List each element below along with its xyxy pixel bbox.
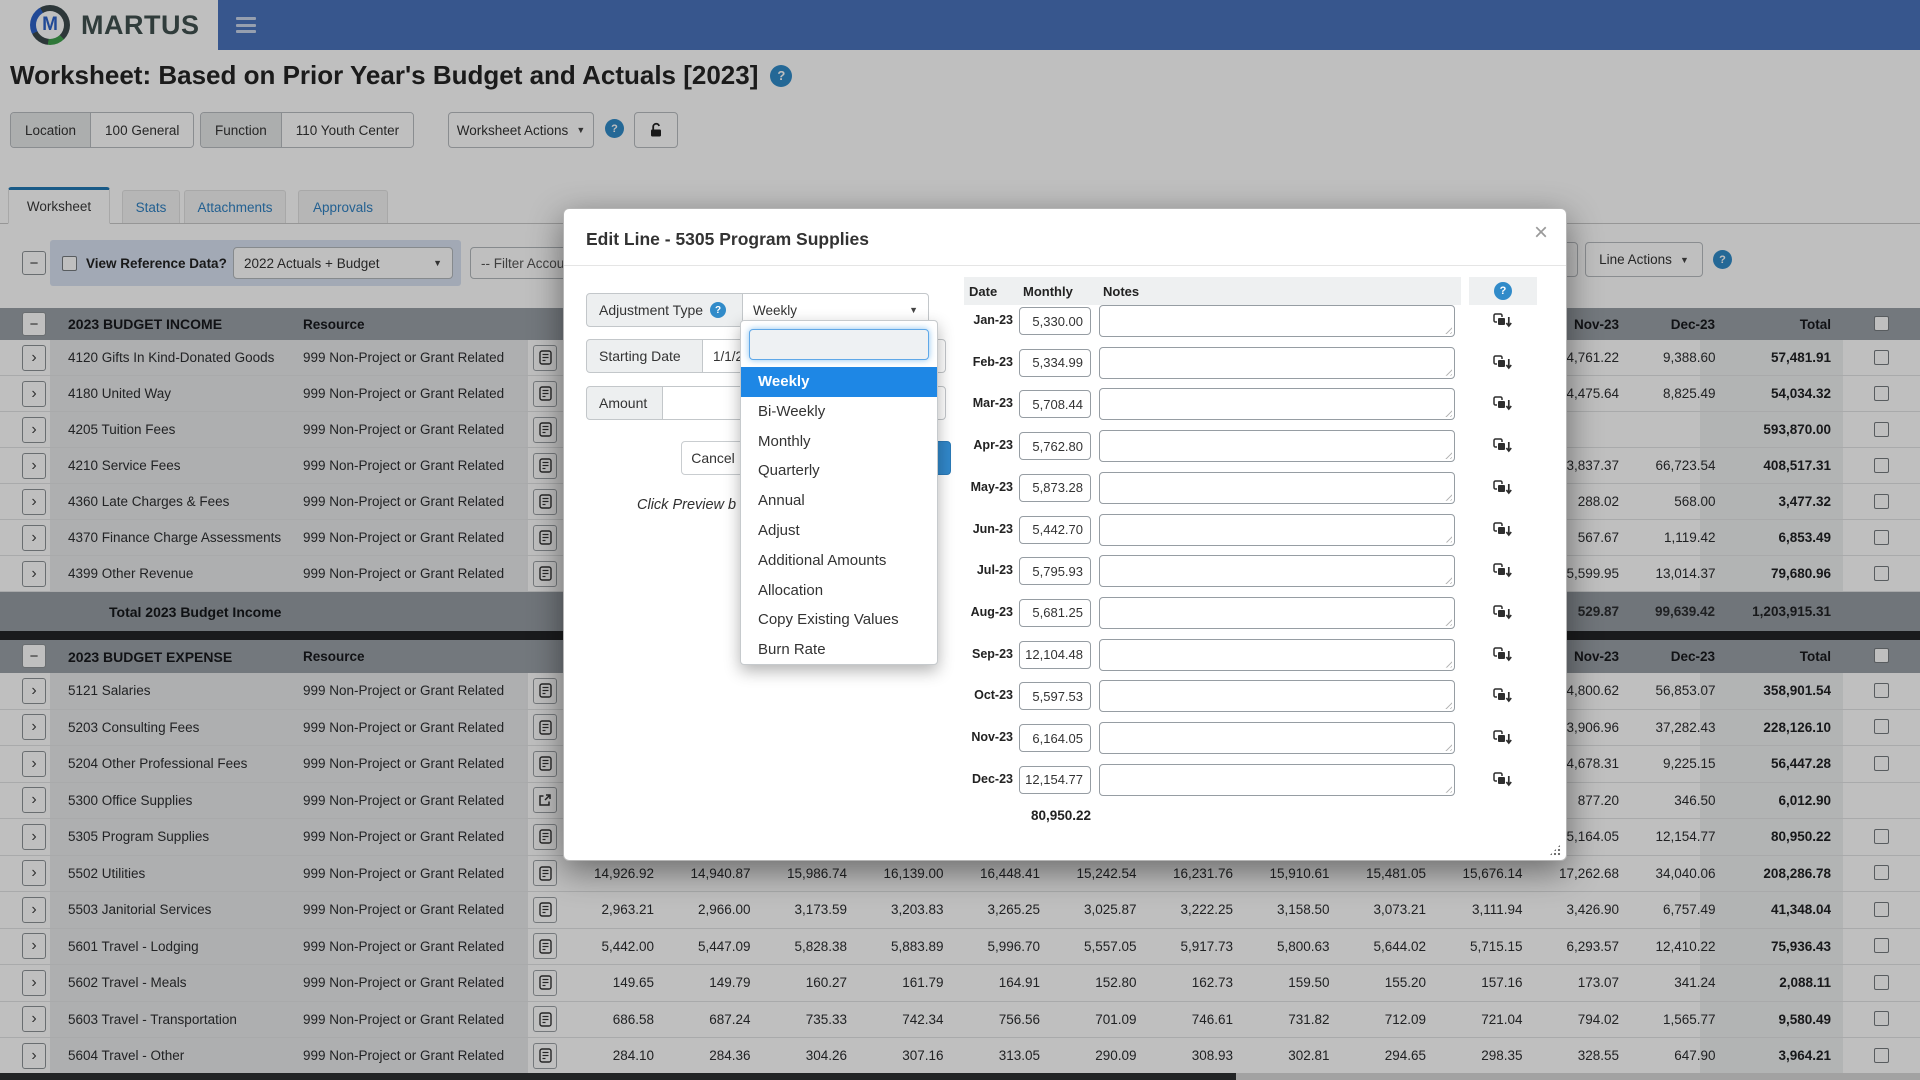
dropdown-option[interactable]: Additional Amounts bbox=[741, 546, 937, 576]
grid-note-textarea[interactable] bbox=[1099, 388, 1455, 420]
copy-down-icon[interactable] bbox=[1493, 480, 1513, 497]
dropdown-option[interactable]: Monthly bbox=[741, 427, 937, 457]
grid-note-textarea[interactable] bbox=[1099, 680, 1455, 712]
dropdown-option[interactable]: Quarterly bbox=[741, 456, 937, 486]
grid-note-textarea[interactable] bbox=[1099, 639, 1455, 671]
adjustment-type-label-text: Adjustment Type bbox=[599, 302, 703, 318]
grid-monthly-input[interactable]: 5,597.53 bbox=[1019, 682, 1091, 710]
resize-grip-icon[interactable] bbox=[1549, 844, 1561, 856]
grid-header: Date Monthly Notes bbox=[964, 277, 1461, 305]
grid-monthly-input[interactable]: 12,104.48 bbox=[1019, 641, 1091, 669]
dropdown-option[interactable]: Bi-Weekly bbox=[741, 397, 937, 427]
copy-down-icon[interactable] bbox=[1493, 730, 1513, 747]
adjustment-type-dropdown: WeeklyBi-WeeklyMonthlyQuarterlyAnnualAdj… bbox=[740, 320, 938, 665]
dialog-title: Edit Line - 5305 Program Supplies bbox=[586, 229, 869, 250]
grid-note-textarea[interactable] bbox=[1099, 472, 1455, 504]
dropdown-option-list: WeeklyBi-WeeklyMonthlyQuarterlyAnnualAdj… bbox=[741, 367, 937, 665]
grid-date-header: Date bbox=[969, 277, 997, 305]
copy-down-icon[interactable] bbox=[1493, 688, 1513, 705]
adjustment-type-label: Adjustment Type ? bbox=[586, 293, 743, 327]
copy-down-help-icon[interactable]: ? bbox=[1494, 282, 1512, 300]
dropdown-search-input[interactable] bbox=[749, 329, 929, 360]
dropdown-option[interactable]: Copy Existing Values bbox=[741, 605, 937, 635]
grid-monthly-header: Monthly bbox=[1023, 277, 1073, 305]
dropdown-option[interactable]: Weekly bbox=[741, 367, 937, 397]
grid-monthly-input[interactable]: 5,442.70 bbox=[1019, 516, 1091, 544]
grid-monthly-input[interactable]: 5,708.44 bbox=[1019, 390, 1091, 418]
edit-line-dialog: Edit Line - 5305 Program Supplies × Adju… bbox=[563, 208, 1567, 861]
copy-down-icon[interactable] bbox=[1493, 522, 1513, 539]
copy-down-icon[interactable] bbox=[1493, 313, 1513, 330]
copy-down-icon[interactable] bbox=[1493, 438, 1513, 455]
preview-hint-text: Click Preview b bbox=[637, 497, 736, 513]
grid-month-label: Oct-23 bbox=[913, 688, 1013, 702]
grid-note-textarea[interactable] bbox=[1099, 514, 1455, 546]
adjustment-type-help-icon[interactable]: ? bbox=[710, 302, 726, 318]
dropdown-option[interactable]: Annual bbox=[741, 486, 937, 516]
dropdown-option[interactable]: Burn Rate bbox=[741, 635, 937, 665]
adjustment-type-value: Weekly bbox=[753, 303, 797, 318]
copy-down-icon[interactable] bbox=[1493, 605, 1513, 622]
starting-date-label: Starting Date bbox=[586, 339, 703, 373]
grid-month-label: Dec-23 bbox=[913, 772, 1013, 786]
grid-monthly-input[interactable]: 5,795.93 bbox=[1019, 557, 1091, 585]
grid-monthly-input[interactable]: 12,154.77 bbox=[1019, 766, 1091, 794]
grid-note-textarea[interactable] bbox=[1099, 722, 1455, 754]
grid-monthly-input[interactable]: 5,681.25 bbox=[1019, 599, 1091, 627]
grid-note-textarea[interactable] bbox=[1099, 430, 1455, 462]
grid-monthly-input[interactable]: 5,762.80 bbox=[1019, 432, 1091, 460]
copy-down-icon[interactable] bbox=[1493, 647, 1513, 664]
copy-down-icon[interactable] bbox=[1493, 355, 1513, 372]
dropdown-option[interactable]: Adjust bbox=[741, 516, 937, 546]
close-icon[interactable]: × bbox=[1534, 221, 1548, 245]
grid-notes-header: Notes bbox=[1103, 277, 1139, 305]
martus-budget-worksheet: MARTUS Worksheet: Based on Prior Year's … bbox=[0, 0, 1920, 1080]
grid-icons-header: ? bbox=[1469, 277, 1537, 305]
grid-note-textarea[interactable] bbox=[1099, 347, 1455, 379]
copy-down-icon[interactable] bbox=[1493, 396, 1513, 413]
amount-label: Amount bbox=[586, 386, 663, 420]
dialog-header-divider bbox=[564, 265, 1566, 266]
copy-down-icon[interactable] bbox=[1493, 563, 1513, 580]
cancel-button[interactable]: Cancel bbox=[681, 441, 745, 475]
grid-note-textarea[interactable] bbox=[1099, 305, 1455, 337]
grid-month-label: Nov-23 bbox=[913, 730, 1013, 744]
grid-note-textarea[interactable] bbox=[1099, 597, 1455, 629]
grid-note-textarea[interactable] bbox=[1099, 764, 1455, 796]
grid-note-textarea[interactable] bbox=[1099, 555, 1455, 587]
grid-monthly-input[interactable]: 5,330.00 bbox=[1019, 307, 1091, 335]
grid-total: 80,950.22 bbox=[964, 808, 1091, 823]
grid-monthly-input[interactable]: 6,164.05 bbox=[1019, 724, 1091, 752]
copy-down-icon[interactable] bbox=[1493, 772, 1513, 789]
grid-monthly-input[interactable]: 5,334.99 bbox=[1019, 349, 1091, 377]
grid-monthly-input[interactable]: 5,873.28 bbox=[1019, 474, 1091, 502]
dropdown-option[interactable]: Allocation bbox=[741, 576, 937, 606]
